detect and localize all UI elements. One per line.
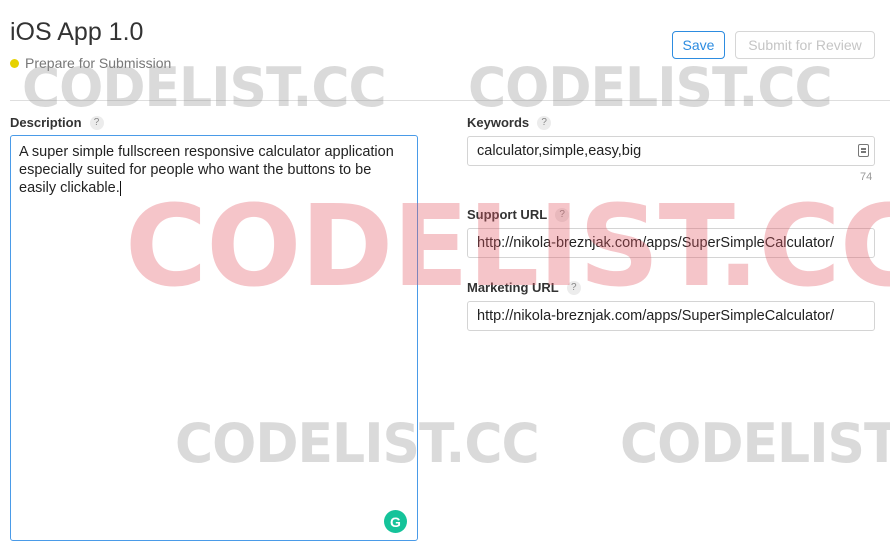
watermark-top-right: CODELIST.CC [468,56,833,120]
keywords-help-icon[interactable]: ? [537,115,552,130]
marketing-url-help-icon[interactable]: ? [566,280,581,295]
status-dot-icon [10,58,19,68]
contact-card-icon[interactable] [858,144,869,157]
support-url-value: http://nikola-breznjak.com/apps/SuperSim… [477,235,835,251]
marketing-url-label-row: Marketing URL ? [467,280,581,295]
marketing-url-label: Marketing URL [467,280,559,295]
page-title: iOS App 1.0 [10,18,144,46]
support-url-help-icon[interactable]: ? [555,207,570,222]
keywords-char-counter: 74 [860,171,873,183]
text-caret [119,180,121,196]
submit-for-review-button[interactable]: Submit for Review [735,31,875,59]
marketing-url-input[interactable]: http://nikola-breznjak.com/apps/SuperSim… [467,301,875,331]
status-text: Prepare for Submission [25,55,172,71]
keywords-label-row: Keywords ? [467,115,552,130]
marketing-url-value: http://nikola-breznjak.com/apps/SuperSim… [477,308,835,324]
description-label-row: Description ? [10,115,104,130]
description-label: Description [10,115,82,130]
description-help-icon[interactable]: ? [89,115,104,130]
keywords-value: calculator,simple,easy,big [477,143,642,159]
keywords-label: Keywords [467,115,530,130]
status-indicator: Prepare for Submission [10,55,171,71]
description-text: A super simple fullscreen responsive cal… [19,144,394,196]
grammarly-icon[interactable]: G [384,510,407,533]
watermark-bottom-right: CODELIST.CC [620,412,890,476]
support-url-label-row: Support URL ? [467,207,570,222]
header-divider [10,100,890,101]
keywords-input[interactable]: calculator,simple,easy,big [467,136,875,166]
support-url-label: Support URL [467,207,548,222]
save-button[interactable]: Save [672,31,725,59]
support-url-input[interactable]: http://nikola-breznjak.com/apps/SuperSim… [467,228,875,258]
description-textarea[interactable]: A super simple fullscreen responsive cal… [10,135,418,541]
